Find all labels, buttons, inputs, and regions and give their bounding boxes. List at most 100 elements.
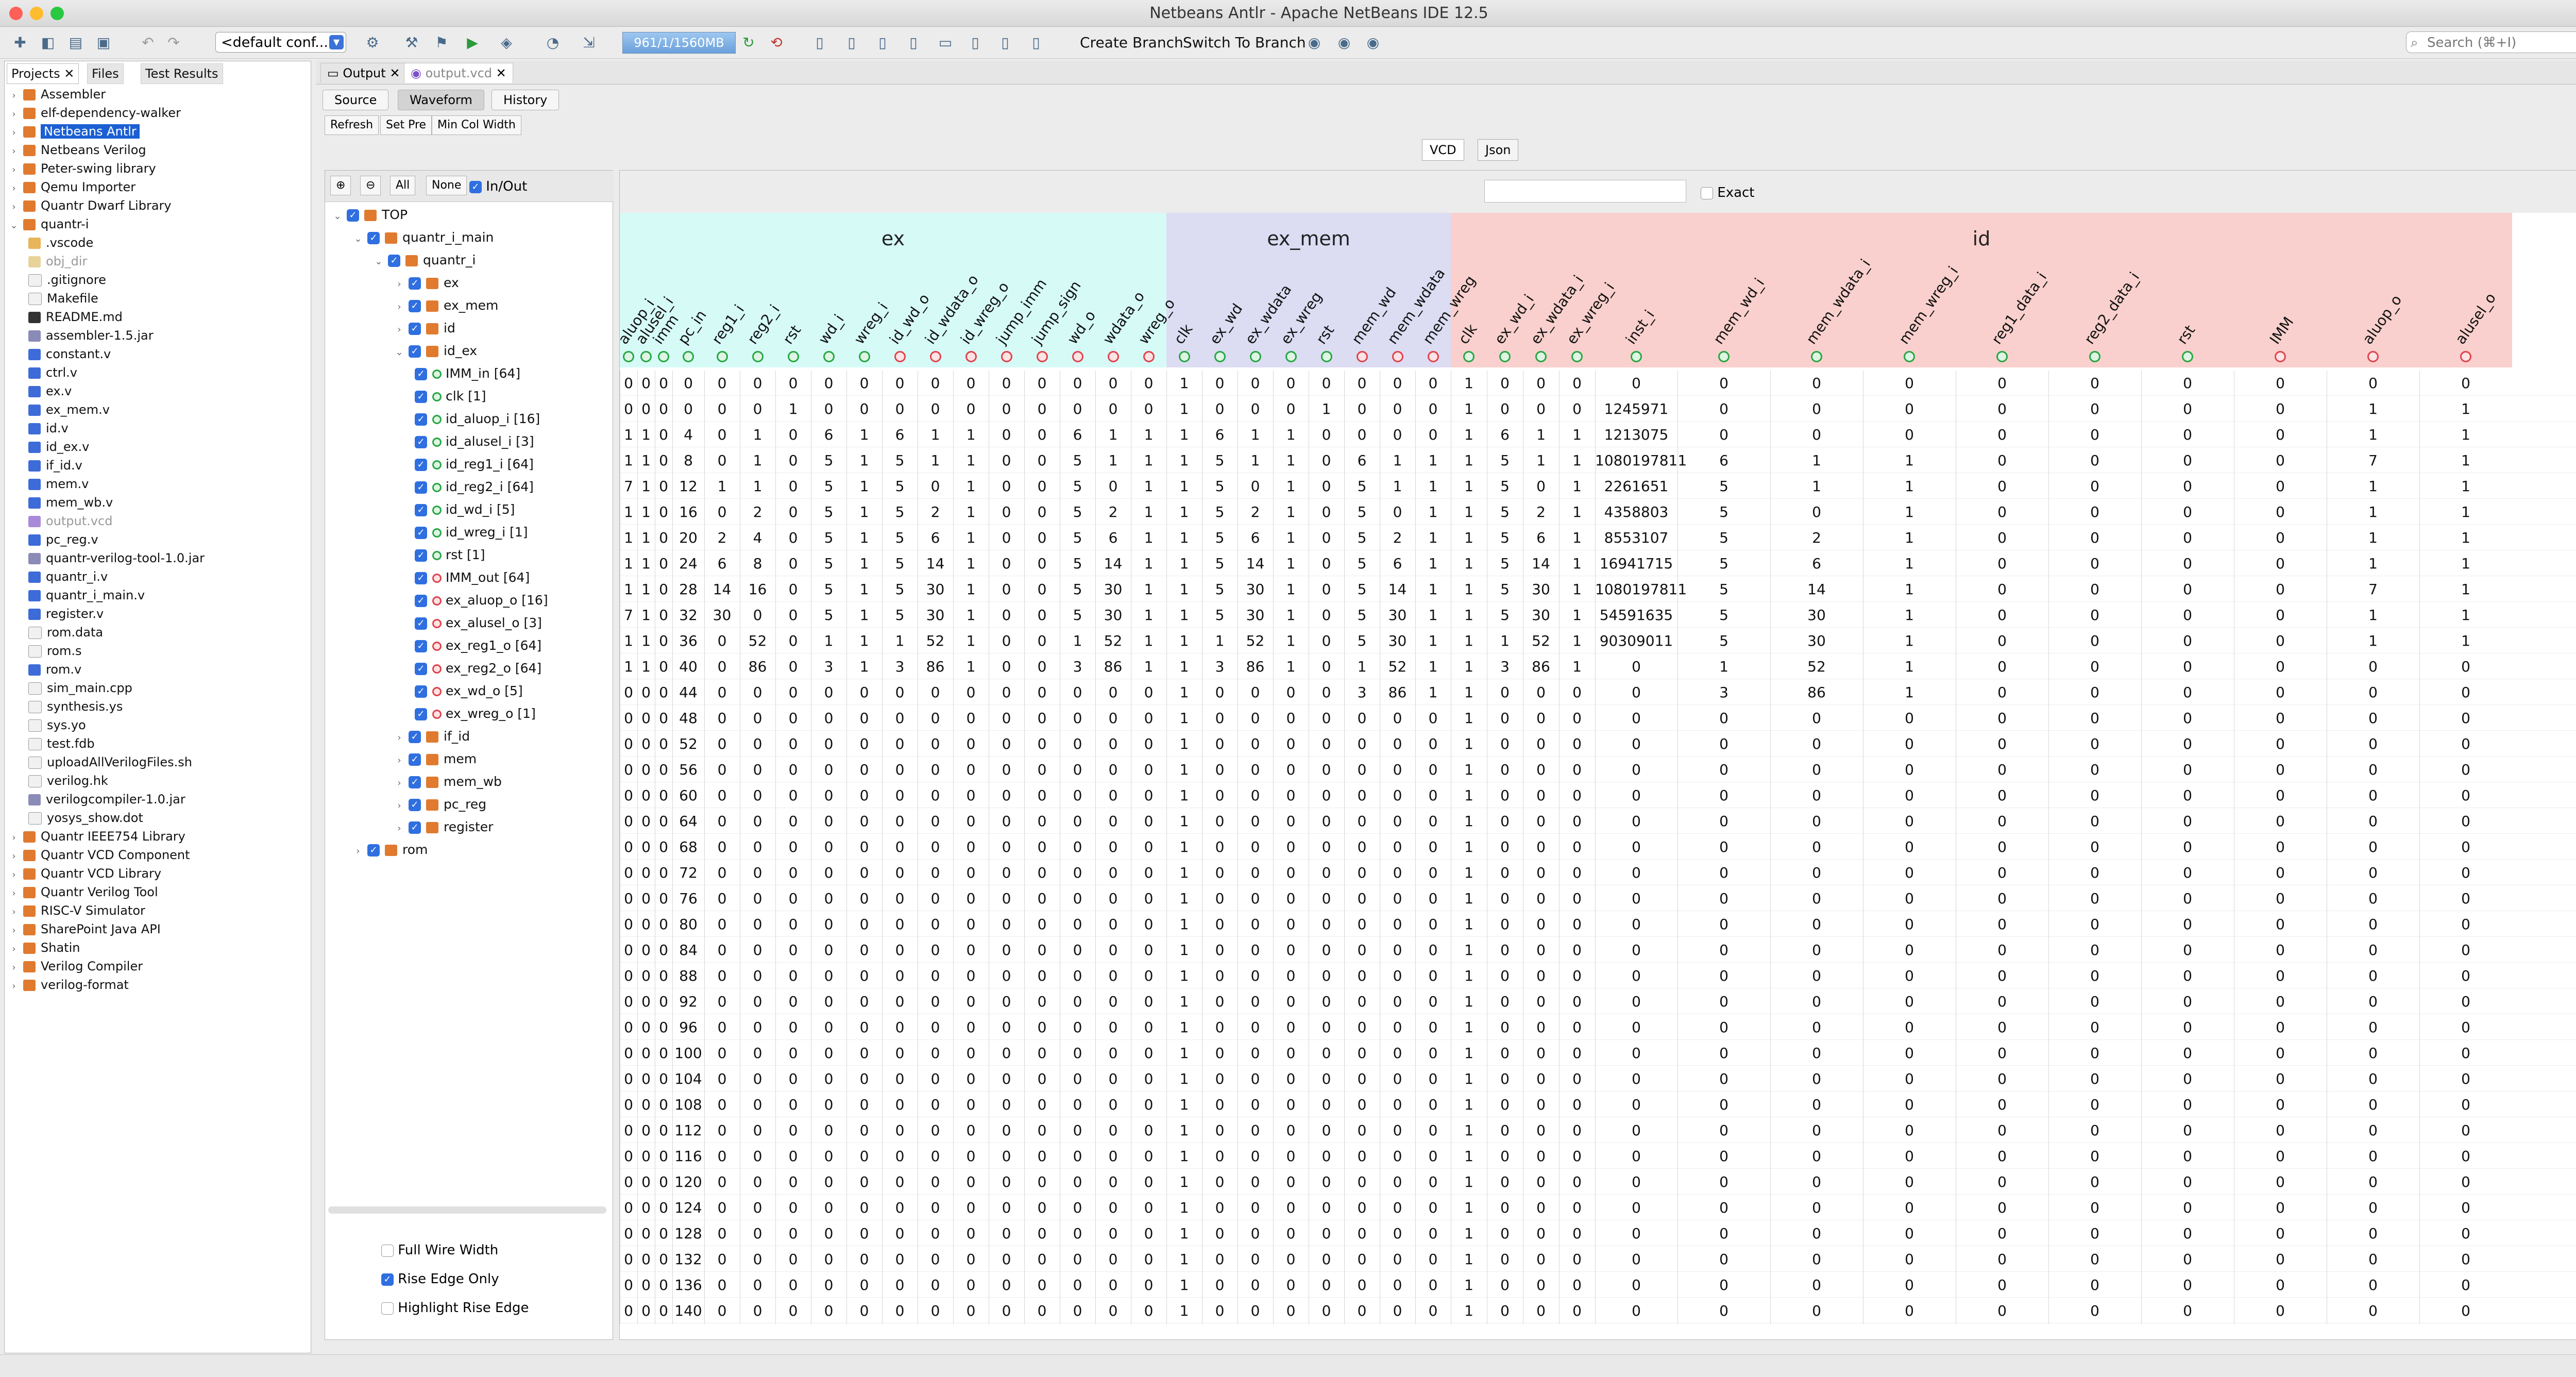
new-project-icon[interactable]: ◧ xyxy=(39,34,57,52)
signal-tree-item[interactable]: ✓ IMM_in [64] xyxy=(415,364,520,383)
tab-waveform[interactable]: Waveform xyxy=(398,90,484,110)
expand-icon[interactable]: ⊕ xyxy=(330,176,351,195)
chevron-down-icon[interactable]: ⌄ xyxy=(9,216,19,235)
project-tree-item[interactable]: › Netbeans Antlr xyxy=(9,122,140,141)
signal-checkbox[interactable]: ✓ xyxy=(409,753,421,766)
chevron-down-icon[interactable]: ⌄ xyxy=(374,253,384,271)
signal-tree-item[interactable]: › ✓ ex_mem xyxy=(394,296,498,315)
chevron-down-icon[interactable]: ⌄ xyxy=(332,207,343,226)
create-branch-button[interactable]: Create Branch xyxy=(1080,33,1183,53)
signal-checkbox[interactable]: ✓ xyxy=(415,663,427,675)
plugin-icon-1[interactable]: ◉ xyxy=(1306,34,1323,52)
signal-tree-item[interactable]: ✓ id_wreg_i [1] xyxy=(415,523,528,542)
project-tree-item[interactable]: › Assembler xyxy=(9,85,106,104)
chevron-down-icon[interactable]: ⌄ xyxy=(394,343,404,362)
clean-build-icon[interactable]: ⚑ xyxy=(433,34,450,52)
signal-checkbox[interactable]: ✓ xyxy=(415,595,427,607)
chevron-right-icon[interactable]: › xyxy=(394,729,404,747)
signal-checkbox[interactable]: ✓ xyxy=(415,572,427,584)
signal-tree-item[interactable]: ⌄ ✓ quantr_i xyxy=(374,251,476,270)
project-tree-item[interactable]: pc_reg.v xyxy=(28,530,98,549)
signal-tree-item[interactable]: ✓ ex_alusel_o [3] xyxy=(415,614,542,632)
project-tree-item[interactable]: › Quantr Verilog Tool xyxy=(9,883,158,901)
project-tree-item[interactable]: quantr_i_main.v xyxy=(28,586,145,604)
select-all-button[interactable]: All xyxy=(390,176,416,195)
signal-checkbox[interactable]: ✓ xyxy=(415,617,427,630)
signal-checkbox[interactable]: ✓ xyxy=(409,731,421,743)
rise-edge-checkbox[interactable]: ✓ xyxy=(381,1273,394,1286)
chevron-right-icon[interactable]: › xyxy=(9,161,19,179)
project-tree-item[interactable]: sim_main.cpp xyxy=(28,679,132,697)
min-col-width-button[interactable]: Min Col Width xyxy=(432,115,521,135)
signal-tree-item[interactable]: › ✓ ex xyxy=(394,274,459,292)
project-tree-item[interactable]: rom.data xyxy=(28,623,103,642)
signal-tree-item[interactable]: › ✓ pc_reg xyxy=(394,795,486,814)
chevron-right-icon[interactable]: › xyxy=(394,774,404,793)
project-tree-item[interactable]: Makefile xyxy=(28,289,98,308)
build-icon[interactable]: ⚒ xyxy=(403,34,420,52)
git-icon-5[interactable]: ▭ xyxy=(937,34,954,52)
signal-checkbox[interactable]: ✓ xyxy=(415,685,427,698)
project-tree-item[interactable]: output.vcd xyxy=(28,512,112,530)
git-icon-7[interactable]: ▯ xyxy=(996,34,1014,52)
signal-checkbox[interactable]: ✓ xyxy=(388,255,400,267)
chevron-right-icon[interactable]: › xyxy=(9,124,19,142)
signal-checkbox[interactable]: ✓ xyxy=(415,504,427,516)
tab-test-results[interactable]: Test Results xyxy=(141,63,223,84)
full-wire-checkbox[interactable] xyxy=(381,1244,394,1257)
chevron-right-icon[interactable]: › xyxy=(9,940,19,959)
signal-tree-item[interactable]: ✓ ex_aluop_o [16] xyxy=(415,591,548,610)
project-tree-item[interactable]: register.v xyxy=(28,604,104,623)
signal-tree-item[interactable]: ✓ id_wd_i [5] xyxy=(415,500,515,519)
attach-icon[interactable]: ⇲ xyxy=(580,34,598,52)
tab-history[interactable]: History xyxy=(492,90,560,110)
signal-tree-item[interactable]: ✓ id_aluop_i [16] xyxy=(415,410,540,428)
project-tree-item[interactable]: quantr_i.v xyxy=(28,567,108,586)
chevron-right-icon[interactable]: › xyxy=(9,87,19,105)
signal-checkbox[interactable]: ✓ xyxy=(415,413,427,426)
project-tree-item[interactable]: verilog.hk xyxy=(28,771,108,790)
signal-scrollbar[interactable] xyxy=(328,1206,606,1214)
signal-tree-item[interactable]: ⌄ ✓ quantr_i_main xyxy=(353,228,494,247)
project-tree-item[interactable]: › Quantr VCD Component xyxy=(9,846,190,864)
tab-source[interactable]: Source xyxy=(323,90,389,110)
git-icon-1[interactable]: ▯ xyxy=(811,34,828,52)
signal-checkbox[interactable]: ✓ xyxy=(409,799,421,811)
signal-tree-item[interactable]: › ✓ rom xyxy=(353,841,428,859)
signal-checkbox[interactable]: ✓ xyxy=(415,549,427,562)
signal-tree-item[interactable]: ✓ id_reg1_i [64] xyxy=(415,455,534,474)
chevron-right-icon[interactable]: › xyxy=(394,275,404,294)
refresh-button[interactable]: Refresh xyxy=(325,115,379,135)
project-tree-item[interactable]: › Quantr IEEE754 Library xyxy=(9,827,185,846)
chevron-right-icon[interactable]: › xyxy=(9,884,19,903)
set-pre-button[interactable]: Set Pre xyxy=(380,115,432,135)
signal-checkbox[interactable]: ✓ xyxy=(409,277,421,290)
chevron-right-icon[interactable]: › xyxy=(9,829,19,847)
undo-icon[interactable]: ↶ xyxy=(139,34,157,52)
git-icon-3[interactable]: ▯ xyxy=(874,34,891,52)
debug-icon[interactable]: ◈ xyxy=(498,34,515,52)
project-tree-item[interactable]: id.v xyxy=(28,419,69,438)
tab-json[interactable]: Json xyxy=(1478,139,1519,161)
settings-icon[interactable]: ⚙ xyxy=(364,34,381,52)
refresh-icon[interactable]: ↻ xyxy=(740,34,757,52)
switch-branch-button[interactable]: Switch To Branch xyxy=(1183,33,1306,53)
chevron-right-icon[interactable]: › xyxy=(394,298,404,316)
signal-checkbox[interactable]: ✓ xyxy=(415,640,427,652)
signal-checkbox[interactable]: ✓ xyxy=(415,459,427,471)
signal-tree-item[interactable]: ✓ ex_wd_o [5] xyxy=(415,682,523,700)
signal-checkbox[interactable]: ✓ xyxy=(409,300,421,312)
select-none-button[interactable]: None xyxy=(426,176,467,195)
signal-checkbox[interactable]: ✓ xyxy=(415,436,427,448)
project-tree-item[interactable]: ex_mem.v xyxy=(28,400,110,419)
project-tree-item[interactable]: › elf-dependency-walker xyxy=(9,104,181,122)
project-tree-item[interactable]: sys.yo xyxy=(28,716,86,734)
signal-checkbox[interactable]: ✓ xyxy=(409,345,421,358)
git-icon-8[interactable]: ▯ xyxy=(1027,34,1045,52)
project-tree-item[interactable]: if_id.v xyxy=(28,456,82,475)
signal-tree-item[interactable]: ✓ clk [1] xyxy=(415,387,486,406)
run-icon[interactable]: ▶ xyxy=(464,34,481,52)
chevron-right-icon[interactable]: › xyxy=(9,198,19,216)
tab-projects[interactable]: Projects ✕ xyxy=(7,63,79,84)
project-tree-item[interactable]: ⌄ quantr-i xyxy=(9,215,89,233)
